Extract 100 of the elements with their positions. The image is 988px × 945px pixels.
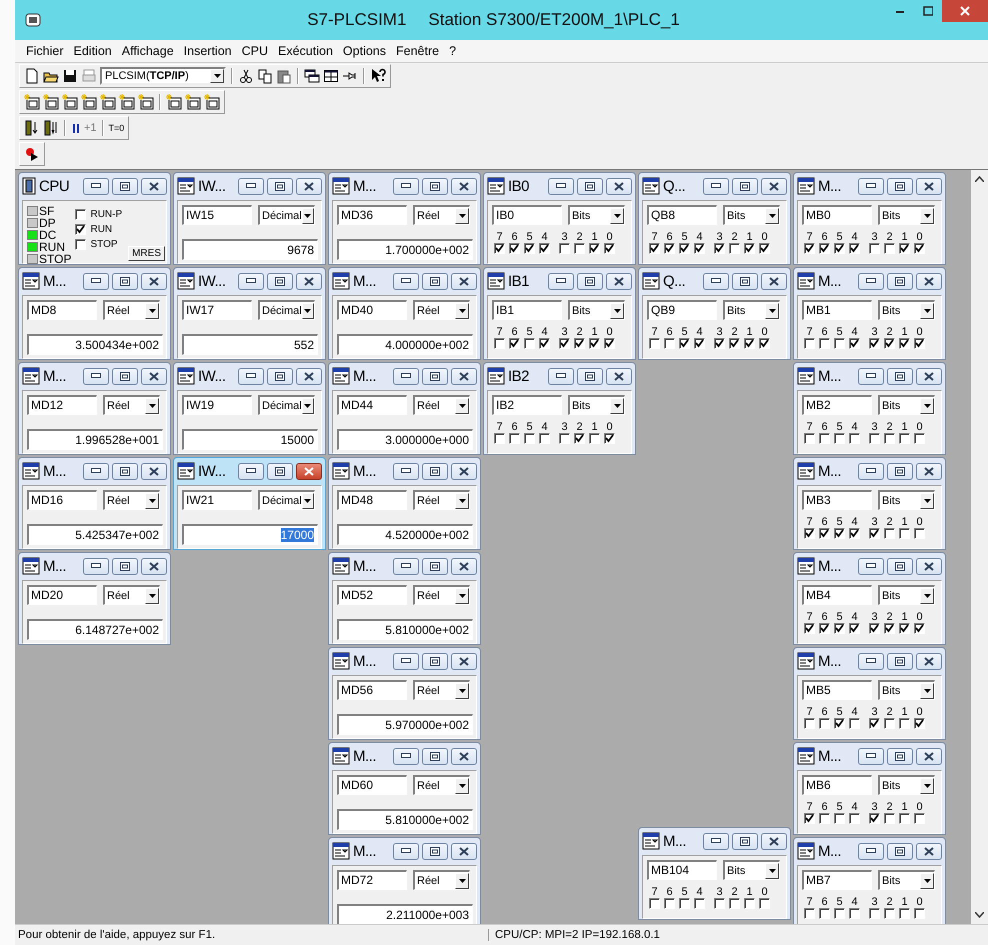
address-field[interactable]: MB6 xyxy=(802,775,872,795)
bit-label: 0 xyxy=(916,611,923,623)
address-field[interactable]: MB4 xyxy=(802,585,872,605)
bit-label: 2 xyxy=(576,231,583,243)
format-dropdown[interactable]: Décimal xyxy=(258,300,315,320)
format-dropdown[interactable]: Bits xyxy=(723,205,780,225)
format-dropdown[interactable]: Décimal xyxy=(258,205,315,225)
address-field[interactable]: IW21 xyxy=(182,490,252,510)
address-field[interactable]: MD60 xyxy=(337,775,407,795)
value-field[interactable]: 2.211000e+003 xyxy=(337,904,473,924)
value-field[interactable]: 5.425347e+002 xyxy=(27,524,163,545)
address-field[interactable]: MB7 xyxy=(802,870,872,890)
format-dropdown[interactable]: Bits xyxy=(568,300,625,320)
address-field[interactable]: MB1 xyxy=(802,300,872,320)
value-field[interactable]: 15000 xyxy=(182,429,318,450)
address-field[interactable]: MD36 xyxy=(337,205,407,225)
format-dropdown[interactable]: Réel xyxy=(103,395,160,415)
format-dropdown[interactable]: Bits xyxy=(568,395,625,415)
format-dropdown[interactable]: Réel xyxy=(413,775,470,795)
address-field[interactable]: MD72 xyxy=(337,870,407,890)
address-field[interactable]: MD8 xyxy=(27,300,97,320)
format-dropdown[interactable]: Bits xyxy=(723,860,780,880)
format-dropdown[interactable]: Bits xyxy=(878,395,935,415)
format-dropdown[interactable]: Décimal xyxy=(258,395,315,415)
address-field[interactable]: MD56 xyxy=(337,680,407,700)
address-field[interactable]: MD52 xyxy=(337,585,407,605)
address-field[interactable]: MD16 xyxy=(27,490,97,510)
address-field[interactable]: MB104 xyxy=(647,860,717,880)
address-field[interactable]: MD40 xyxy=(337,300,407,320)
value-field[interactable]: 5.970000e+002 xyxy=(337,714,473,735)
format-dropdown[interactable]: Bits xyxy=(878,300,935,320)
address-field[interactable]: IW15 xyxy=(182,205,252,225)
bit-label: 1 xyxy=(591,326,598,338)
address-field[interactable]: IB2 xyxy=(492,395,562,415)
next-scan-button[interactable]: +1 xyxy=(84,122,97,134)
address-field[interactable]: MB3 xyxy=(802,490,872,510)
format-dropdown[interactable]: Bits xyxy=(878,585,935,605)
address-field[interactable]: IB0 xyxy=(492,205,562,225)
address-field[interactable]: QB8 xyxy=(647,205,717,225)
address-field[interactable]: MD48 xyxy=(337,490,407,510)
bit-label: 6 xyxy=(821,326,828,338)
value-field[interactable]: 5.810000e+002 xyxy=(337,619,473,640)
address-field[interactable]: QB9 xyxy=(647,300,717,320)
bit-label: 0 xyxy=(916,896,923,908)
format-dropdown[interactable]: Bits xyxy=(878,775,935,795)
format-dropdown[interactable]: Réel xyxy=(413,870,470,890)
menu-item[interactable]: Affichage xyxy=(116,42,179,60)
address-field[interactable]: IW19 xyxy=(182,395,252,415)
menu-item[interactable]: Fenêtre xyxy=(391,42,444,60)
value-field[interactable]: 6.148727e+002 xyxy=(27,619,163,640)
format-dropdown[interactable]: Réel xyxy=(413,585,470,605)
address-field[interactable]: IB1 xyxy=(492,300,562,320)
address-field[interactable]: IW17 xyxy=(182,300,252,320)
menu-item[interactable]: CPU xyxy=(236,42,274,60)
value-field[interactable]: 3.500434e+002 xyxy=(27,334,163,355)
menu-item[interactable]: Exécution xyxy=(273,42,338,60)
value-field[interactable]: 5.810000e+002 xyxy=(337,809,473,830)
menu-item[interactable]: Edition xyxy=(68,42,117,60)
reset-timers-button[interactable]: T=0 xyxy=(108,123,124,133)
value-field[interactable]: 4.000000e+002 xyxy=(337,334,473,355)
value-field[interactable]: 3.000000e+000 xyxy=(337,429,473,450)
value-field[interactable]: 552 xyxy=(182,334,318,355)
bit-label: 7 xyxy=(806,421,813,433)
bit-label: 0 xyxy=(761,231,768,243)
address-field[interactable]: MD20 xyxy=(27,585,97,605)
address-field[interactable]: MD44 xyxy=(337,395,407,415)
format-dropdown[interactable]: Bits xyxy=(878,680,935,700)
value-field[interactable]: 17000 xyxy=(182,524,318,545)
value-field[interactable]: 4.520000e+002 xyxy=(337,524,473,545)
format-dropdown[interactable]: Réel xyxy=(413,680,470,700)
value-field[interactable]: 1.996528e+001 xyxy=(27,429,163,450)
format-dropdown[interactable]: Réel xyxy=(103,490,160,510)
format-dropdown[interactable]: Réel xyxy=(103,585,160,605)
format-dropdown[interactable]: Réel xyxy=(413,205,470,225)
connection-dropdown[interactable]: PLCSIM(TCP/IP) xyxy=(100,67,226,85)
format-dropdown[interactable]: Réel xyxy=(413,300,470,320)
format-dropdown[interactable]: Réel xyxy=(413,490,470,510)
menu-item[interactable]: ? xyxy=(444,42,462,60)
menu-item[interactable]: Insertion xyxy=(178,42,237,60)
address-field[interactable]: MD12 xyxy=(27,395,97,415)
value-field[interactable]: 1.700000e+002 xyxy=(337,239,473,260)
bit-label: 4 xyxy=(851,231,858,243)
format-dropdown[interactable]: Bits xyxy=(878,870,935,890)
menu-item[interactable]: Fichier xyxy=(21,42,69,60)
bit-label: 2 xyxy=(886,326,893,338)
menu-item[interactable]: Options xyxy=(338,42,392,60)
format-dropdown[interactable]: Réel xyxy=(413,395,470,415)
address-field[interactable]: MB2 xyxy=(802,395,872,415)
format-dropdown[interactable]: Bits xyxy=(568,205,625,225)
address-field[interactable]: MB5 xyxy=(802,680,872,700)
mres-button[interactable]: MRES xyxy=(128,246,165,261)
format-dropdown[interactable]: Bits xyxy=(723,300,780,320)
window-title: IB1 xyxy=(508,272,530,290)
format-dropdown[interactable]: Bits xyxy=(878,490,935,510)
address-field[interactable]: MB0 xyxy=(802,205,872,225)
format-dropdown[interactable]: Décimal xyxy=(258,490,315,510)
format-dropdown[interactable]: Réel xyxy=(103,300,160,320)
window-title: M... xyxy=(353,272,377,290)
format-dropdown[interactable]: Bits xyxy=(878,205,935,225)
value-field[interactable]: 9678 xyxy=(182,239,318,260)
